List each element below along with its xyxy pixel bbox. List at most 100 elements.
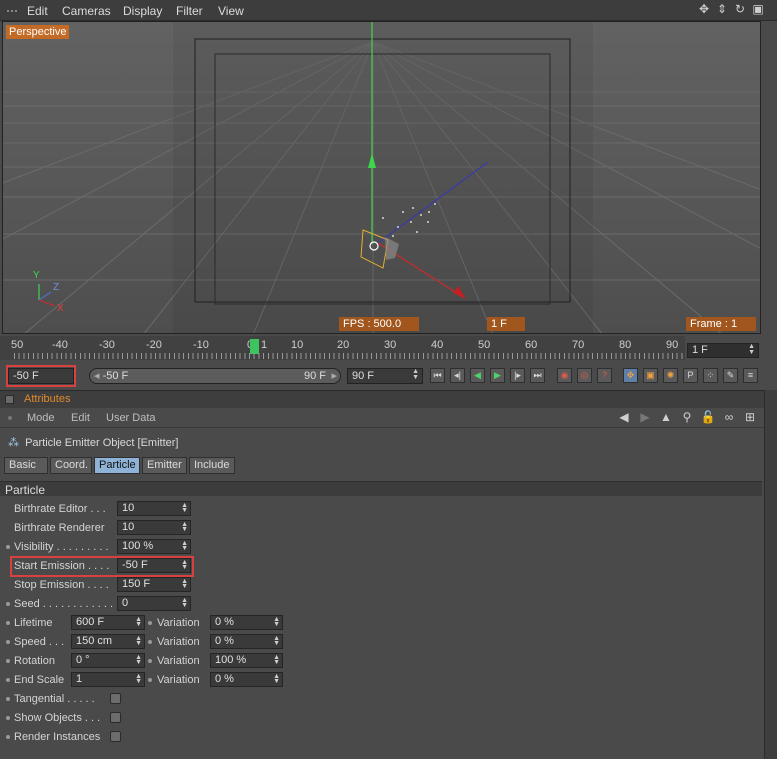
animate-dot-icon[interactable]	[148, 621, 152, 625]
stepper-icon[interactable]: ▲ ▼	[181, 578, 188, 590]
new-panel-icon[interactable]: ⊞	[742, 410, 758, 424]
menu-filter[interactable]: Filter	[176, 4, 203, 18]
menu-edit-attr[interactable]: Edit	[71, 412, 90, 424]
tick-label: 40	[431, 339, 444, 351]
animate-dot-icon[interactable]	[6, 621, 10, 625]
next-key-icon[interactable]: |▸	[510, 368, 525, 383]
animate-dot-icon[interactable]	[6, 659, 10, 663]
speed-value: 150 cm	[76, 635, 113, 647]
start-emission-field[interactable]: -50 F ▲ ▼	[117, 558, 191, 573]
stepper-icon[interactable]: ▲ ▼	[181, 540, 188, 552]
range-end-value: 90 F	[303, 370, 326, 382]
birthrate-editor-field[interactable]: 10 ▲ ▼	[117, 501, 191, 516]
animate-dot-icon[interactable]	[6, 602, 10, 606]
tangential-checkbox[interactable]	[110, 693, 121, 704]
rotate-view-icon[interactable]: ↻	[733, 2, 747, 16]
keyframe-selection-icon[interactable]: ?	[597, 368, 612, 383]
viewport-perspective[interactable]: Y Z X Perspective FPS : 500.0 1 F Frame …	[2, 21, 761, 334]
stepper-icon[interactable]: ▲ ▼	[181, 559, 188, 571]
lifetime-field[interactable]: 600 F ▲ ▼	[71, 615, 145, 630]
rotation-variation-value: 100 %	[215, 654, 247, 666]
animate-dot-icon[interactable]	[6, 545, 10, 549]
stepper-icon[interactable]: ▲ ▼	[412, 368, 419, 381]
gizmo-y-label: Y	[33, 270, 40, 281]
stepper-icon[interactable]: ▲ ▼	[135, 635, 142, 647]
stepper-icon[interactable]: ▲ ▼	[135, 616, 142, 628]
menu-view[interactable]: View	[218, 4, 244, 18]
end-scale-variation-field[interactable]: 0 % ▲ ▼	[210, 672, 283, 687]
seed-field[interactable]: 0 ▲ ▼	[117, 596, 191, 611]
menu-mode[interactable]: Mode	[27, 412, 55, 424]
go-to-start-icon[interactable]: ⏮	[430, 368, 445, 383]
preview-range-slider[interactable]: ◂ -50 F 90 F ▸	[89, 368, 341, 384]
link-icon[interactable]: ∞	[721, 410, 737, 424]
back-arrow-icon[interactable]: ◀	[616, 410, 632, 424]
rotation-variation-field[interactable]: 100 % ▲ ▼	[210, 653, 283, 668]
animate-dot-icon[interactable]	[6, 678, 10, 682]
animate-dot-icon[interactable]	[6, 640, 10, 644]
visibility-field[interactable]: 100 % ▲ ▼	[117, 539, 191, 554]
end-frame-field[interactable]: 90 F ▲ ▼	[347, 368, 423, 384]
play-backward-icon[interactable]: ◀	[470, 368, 485, 383]
go-to-end-icon[interactable]: ⏭	[530, 368, 545, 383]
timeline-ruler[interactable]: 50 -40 -30 -20 -10 0 1 10 20 30 40 50 60…	[0, 336, 685, 360]
stepper-icon[interactable]: ▲ ▼	[273, 673, 280, 685]
scale-key-icon[interactable]: ▣	[643, 368, 658, 383]
pla-key-icon[interactable]: ⁘	[703, 368, 718, 383]
current-frame-field[interactable]: 1 F ▲ ▼	[687, 343, 759, 358]
search-icon[interactable]: ⚲	[679, 410, 695, 424]
lock-icon[interactable]: 🔓	[700, 410, 716, 424]
autokey-icon[interactable]: ◎	[577, 368, 592, 383]
animate-dot-icon[interactable]	[6, 735, 10, 739]
render-instances-checkbox[interactable]	[110, 731, 121, 742]
animate-dot-icon[interactable]	[6, 716, 10, 720]
menu-display[interactable]: Display	[123, 4, 162, 18]
animate-dot-icon[interactable]	[6, 697, 10, 701]
rotation-field[interactable]: 0 ° ▲ ▼	[71, 653, 145, 668]
stepper-icon[interactable]: ▲ ▼	[135, 673, 142, 685]
animate-dot-icon[interactable]	[148, 659, 152, 663]
stepper-icon[interactable]: ▲ ▼	[273, 654, 280, 666]
dolly-view-icon[interactable]: ⇕	[715, 2, 729, 16]
parameter-key-icon[interactable]: P	[683, 368, 698, 383]
playhead-marker[interactable]	[250, 339, 259, 354]
tab-basic[interactable]: Basic	[4, 457, 48, 474]
lifetime-variation-field[interactable]: 0 % ▲ ▼	[210, 615, 283, 630]
animate-dot-icon[interactable]	[148, 640, 152, 644]
scheme-icon[interactable]: ≡	[743, 368, 758, 383]
move-view-icon[interactable]: ✥	[697, 2, 711, 16]
interpolation-icon[interactable]: ✎	[723, 368, 738, 383]
panel-toggle-icon[interactable]	[5, 395, 14, 404]
maximize-view-icon[interactable]: ▣	[751, 2, 765, 16]
stepper-icon[interactable]: ▲ ▼	[748, 343, 755, 356]
stepper-icon[interactable]: ▲ ▼	[273, 616, 280, 628]
end-scale-field[interactable]: 1 ▲ ▼	[71, 672, 145, 687]
birthrate-renderer-field[interactable]: 10 ▲ ▼	[117, 520, 191, 535]
tab-coord[interactable]: Coord.	[50, 457, 92, 474]
speed-field[interactable]: 150 cm ▲ ▼	[71, 634, 145, 649]
animate-dot-icon[interactable]	[148, 678, 152, 682]
show-objects-checkbox[interactable]	[110, 712, 121, 723]
stepper-icon[interactable]: ▲ ▼	[181, 521, 188, 533]
menu-cameras[interactable]: Cameras	[62, 4, 111, 18]
up-arrow-icon[interactable]: ▲	[658, 410, 674, 424]
attributes-scrollbar[interactable]	[764, 390, 777, 759]
stepper-icon[interactable]: ▲ ▼	[181, 597, 188, 609]
viewport-camera-label[interactable]: Perspective	[6, 25, 70, 39]
speed-variation-field[interactable]: 0 % ▲ ▼	[210, 634, 283, 649]
record-keys-icon[interactable]: ◉	[557, 368, 572, 383]
stepper-icon[interactable]: ▲ ▼	[273, 635, 280, 647]
menu-user-data[interactable]: User Data	[106, 412, 156, 424]
rotation-key-icon[interactable]: ✺	[663, 368, 678, 383]
tab-emitter[interactable]: Emitter	[142, 457, 187, 474]
stepper-icon[interactable]: ▲ ▼	[181, 502, 188, 514]
play-forward-icon[interactable]: ▶	[490, 368, 505, 383]
prev-key-icon[interactable]: ◂|	[450, 368, 465, 383]
menu-edit[interactable]: Edit	[27, 4, 48, 18]
forward-arrow-icon[interactable]: ▶	[637, 410, 653, 424]
stop-emission-field[interactable]: 150 F ▲ ▼	[117, 577, 191, 592]
position-key-icon[interactable]: ✥	[623, 368, 638, 383]
stepper-icon[interactable]: ▲ ▼	[135, 654, 142, 666]
tab-particle[interactable]: Particle	[94, 457, 140, 474]
tab-include[interactable]: Include	[189, 457, 235, 474]
